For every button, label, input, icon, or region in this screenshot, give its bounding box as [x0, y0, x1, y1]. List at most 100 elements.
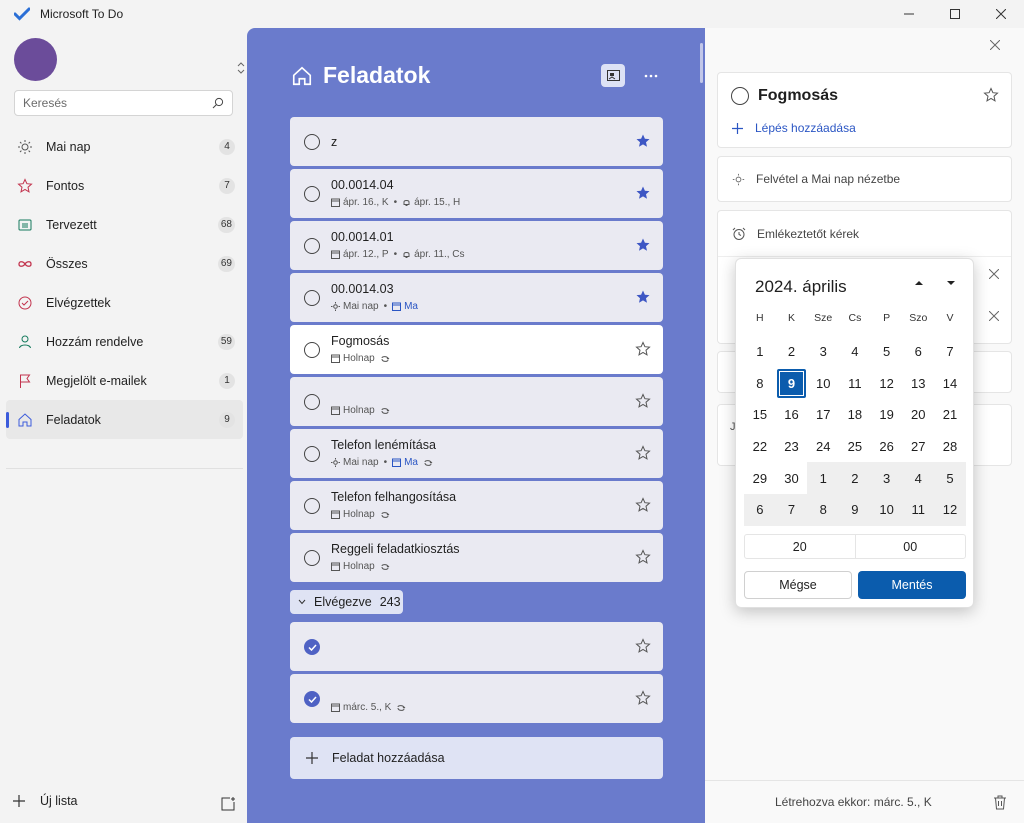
- calendar-day[interactable]: 13: [902, 368, 934, 400]
- calendar-day[interactable]: 1: [744, 336, 776, 368]
- more-options-button[interactable]: [641, 66, 661, 86]
- calendar-day[interactable]: 2: [776, 336, 808, 368]
- calendar-day[interactable]: 3: [807, 336, 839, 368]
- task-item[interactable]: Holnap: [290, 377, 663, 426]
- calendar-day-next-month[interactable]: 7: [775, 493, 808, 526]
- calendar-day[interactable]: 25: [839, 431, 871, 463]
- calendar-day-next-month[interactable]: 1: [807, 462, 840, 494]
- previous-month-icon[interactable]: [914, 279, 924, 287]
- calendar-day-next-month[interactable]: 3: [870, 462, 903, 494]
- complete-checkbox[interactable]: [304, 290, 320, 306]
- completed-task-item[interactable]: [290, 622, 663, 671]
- task-item[interactable]: 00.0014.03 Mai nap • Ma: [290, 273, 663, 322]
- calendar-day[interactable]: 10: [807, 368, 839, 400]
- calendar-day-next-month[interactable]: 12: [934, 493, 966, 526]
- complete-checkbox[interactable]: [304, 186, 320, 202]
- calendar-day[interactable]: 17: [807, 399, 839, 431]
- star-outline-icon[interactable]: [635, 393, 651, 409]
- sidebar-item-tasks[interactable]: Feladatok 9: [6, 400, 243, 439]
- task-item[interactable]: z: [290, 117, 663, 166]
- close-window-button[interactable]: [978, 0, 1024, 28]
- calendar-day[interactable]: 28: [934, 431, 966, 463]
- calendar-day[interactable]: 7: [934, 336, 966, 368]
- completed-task-item[interactable]: márc. 5., K: [290, 674, 663, 723]
- complete-checkbox[interactable]: [304, 550, 320, 566]
- calendar-day[interactable]: 11: [839, 368, 871, 400]
- calendar-day-next-month[interactable]: 2: [839, 462, 871, 494]
- scrollbar[interactable]: [700, 43, 703, 83]
- complete-checkbox[interactable]: [731, 87, 749, 105]
- add-to-my-day-button[interactable]: Felvétel a Mai nap nézetbe: [717, 156, 1012, 202]
- calendar-day[interactable]: 24: [807, 431, 839, 463]
- save-button[interactable]: Mentés: [858, 571, 966, 599]
- search-input[interactable]: [23, 96, 212, 110]
- calendar-day[interactable]: 8: [744, 368, 776, 400]
- account-switch-icon[interactable]: [237, 62, 245, 74]
- sidebar-item-flagged-emails[interactable]: Megjelölt e-mailek 1: [6, 361, 243, 400]
- completed-checkbox[interactable]: [304, 691, 320, 707]
- next-month-icon[interactable]: [946, 279, 956, 287]
- calendar-day[interactable]: 26: [871, 431, 903, 463]
- star-filled-icon[interactable]: [635, 133, 651, 149]
- hour-field[interactable]: 20: [745, 535, 856, 558]
- complete-checkbox[interactable]: [304, 498, 320, 514]
- close-icon[interactable]: [990, 40, 1000, 50]
- calendar-day[interactable]: 15: [744, 399, 776, 431]
- calendar-day[interactable]: 29: [744, 462, 776, 494]
- task-item[interactable]: Telefon lenémítása Mai nap • Ma: [290, 429, 663, 478]
- calendar-day[interactable]: 6: [902, 336, 934, 368]
- calendar-day[interactable]: 12: [871, 368, 903, 400]
- time-picker[interactable]: 20 00: [744, 534, 966, 559]
- star-outline-icon[interactable]: [983, 87, 999, 103]
- add-step-button[interactable]: Lépés hozzáadása: [732, 121, 856, 135]
- minimize-button[interactable]: [886, 0, 932, 28]
- calendar-day-next-month[interactable]: 10: [870, 493, 903, 526]
- add-task-input[interactable]: Feladat hozzáadása: [290, 737, 663, 779]
- task-item-selected[interactable]: Fogmosás Holnap: [290, 325, 663, 374]
- star-filled-icon[interactable]: [635, 237, 651, 253]
- calendar-day[interactable]: 30: [776, 462, 808, 494]
- calendar-day[interactable]: 21: [934, 399, 966, 431]
- task-item[interactable]: Telefon felhangosítása Holnap: [290, 481, 663, 530]
- sidebar-item-all[interactable]: Összes 69: [6, 244, 243, 283]
- task-item[interactable]: Reggeli feladatkiosztás Holnap: [290, 533, 663, 582]
- calendar-day[interactable]: 5: [871, 336, 903, 368]
- search-box[interactable]: [14, 90, 233, 116]
- star-outline-icon[interactable]: [635, 690, 651, 706]
- complete-checkbox[interactable]: [304, 342, 320, 358]
- sidebar-item-completed[interactable]: Elvégzettek: [6, 283, 243, 322]
- calendar-day-selected[interactable]: 9: [776, 368, 808, 400]
- sidebar-item-my-day[interactable]: Mai nap 4: [6, 127, 243, 166]
- star-outline-icon[interactable]: [635, 341, 651, 357]
- remove-icon[interactable]: [989, 311, 999, 321]
- calendar-day-next-month[interactable]: 11: [902, 493, 935, 526]
- complete-checkbox[interactable]: [304, 394, 320, 410]
- calendar-day[interactable]: 4: [839, 336, 871, 368]
- remove-icon[interactable]: [989, 269, 999, 279]
- star-outline-icon[interactable]: [635, 497, 651, 513]
- calendar-day-next-month[interactable]: 6: [744, 493, 776, 526]
- search-icon[interactable]: [212, 97, 224, 109]
- calendar-day[interactable]: 18: [839, 399, 871, 431]
- minute-field[interactable]: 00: [856, 535, 966, 558]
- star-outline-icon[interactable]: [635, 549, 651, 565]
- calendar-day[interactable]: 27: [902, 431, 934, 463]
- new-group-icon[interactable]: [220, 796, 236, 812]
- calendar-month-title[interactable]: 2024. április: [755, 277, 847, 297]
- calendar-day[interactable]: 16: [776, 399, 808, 431]
- complete-checkbox[interactable]: [304, 446, 320, 462]
- calendar-day-next-month[interactable]: 5: [934, 462, 966, 494]
- maximize-button[interactable]: [932, 0, 978, 28]
- completed-section-toggle[interactable]: Elvégezve 243: [290, 590, 403, 614]
- calendar-day[interactable]: 20: [902, 399, 934, 431]
- calendar-day-next-month[interactable]: 9: [839, 493, 871, 526]
- star-outline-icon[interactable]: [635, 638, 651, 654]
- change-theme-button[interactable]: [601, 64, 625, 87]
- calendar-day[interactable]: 14: [934, 368, 966, 400]
- complete-checkbox[interactable]: [304, 134, 320, 150]
- complete-checkbox[interactable]: [304, 238, 320, 254]
- sidebar-item-assigned[interactable]: Hozzám rendelve 59: [6, 322, 243, 361]
- calendar-day[interactable]: 23: [776, 431, 808, 463]
- cancel-button[interactable]: Mégse: [744, 571, 852, 599]
- remind-me-button[interactable]: Emlékeztetőt kérek: [732, 227, 859, 241]
